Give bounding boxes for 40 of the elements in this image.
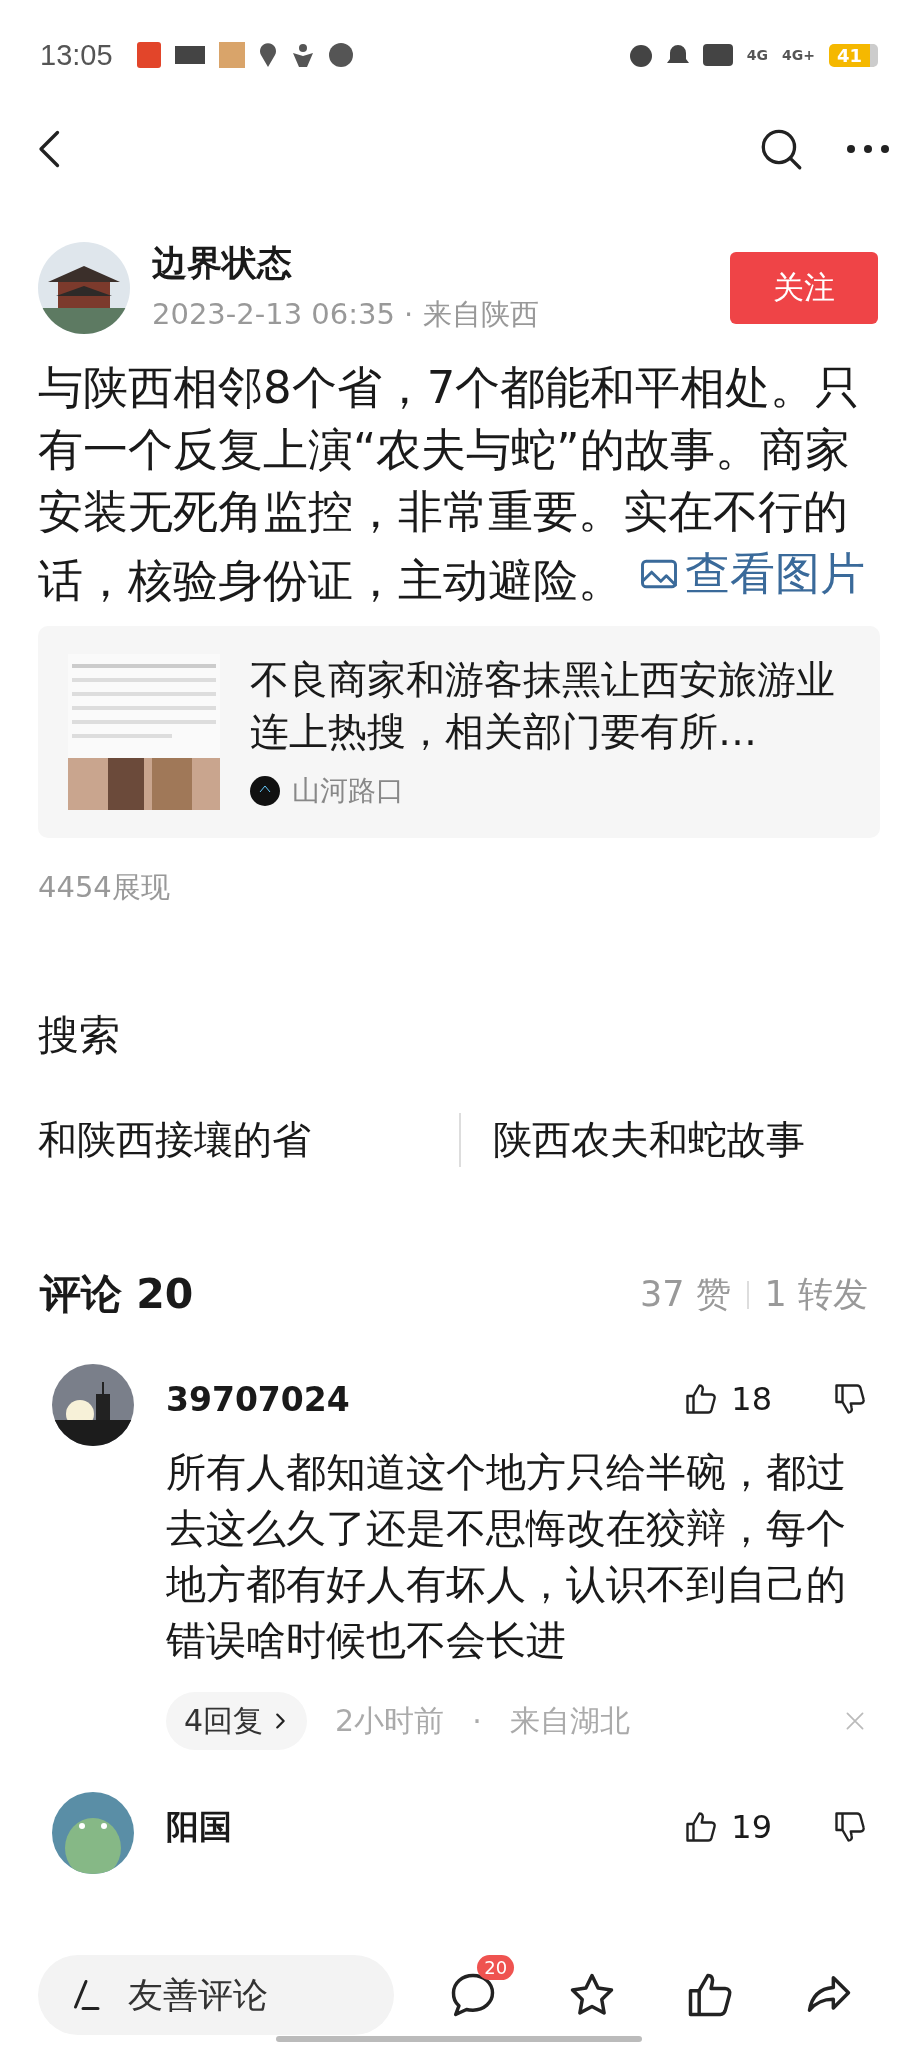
comment-text: 所有人都知道这个地方只给半碗，都过去这么久了还是不思悔改在狡辩，每个地方都有好人有坏人，认识不到自己的错误啥时候也不会长进 [166,1448,847,1665]
network-label: 4G [746,47,768,63]
search-suggestion[interactable]: 和陕西接壤的省 [38,1113,459,1167]
like-count: 37 赞 [639,1273,731,1316]
separator-dot: · [472,1703,482,1739]
comments-title: 评论 20 [40,1269,194,1320]
article-source: 山河路口 [292,773,404,809]
article-card[interactable]: 不良商家和游客抹黑让西安旅游业连上热搜，相关部门要有所… 山河路口 [38,626,880,838]
search-suggestion[interactable]: 陕西农夫和蛇故事 [459,1113,880,1167]
thumbs-down-icon[interactable] [832,1381,868,1417]
hd-icon [702,44,733,66]
view-images-link[interactable]: 查看图片 [637,543,866,605]
more-icon[interactable] [846,144,890,154]
comment-count-badge: 20 [477,1955,515,1980]
comment-location: 来自湖北 [509,1701,630,1740]
post-meta: 2023-2-13 06:35 · 来自陕西 [152,296,539,333]
app-icon [174,46,205,64]
repost-count: 1 转发 [764,1273,868,1316]
comment-user[interactable]: 阳国 [166,1804,232,1850]
app-icon [218,42,245,68]
comment-likes: 19 [731,1808,772,1846]
author-name[interactable]: 边界状态 [152,240,539,287]
person-icon [290,43,315,67]
view-count: 4454展现 [37,869,171,906]
post-body: 与陕西相邻8个省，7个都能和平相处。只有一个反复上演“农夫与蛇”的故事。商家安装无死角监控，非常重要。实在不行的话，核验身份证，主动避险。 查看图片 [37,360,867,609]
status-time: 13:05 [40,38,113,72]
source-logo-icon [250,776,280,806]
network-label: 4G+ [781,47,815,63]
app-icon [136,42,161,68]
location-pin-icon [258,43,277,67]
comment-likes: 18 [731,1380,772,1418]
article-title: 不良商家和游客抹黑让西安旅游业连上热搜，相关部门要有所… [250,656,836,756]
comment-input[interactable]: 友善评论 [38,1955,394,2035]
comment-time: 2小时前 [335,1701,445,1740]
replies-button[interactable]: 4回复 [166,1692,308,1750]
comment-user[interactable]: 39707024 [166,1379,350,1419]
thumbs-down-icon[interactable] [832,1809,868,1845]
battery-level: 41 [828,43,878,67]
section-title: 搜索 [37,1010,121,1061]
follow-button[interactable]: 关注 [730,251,878,324]
